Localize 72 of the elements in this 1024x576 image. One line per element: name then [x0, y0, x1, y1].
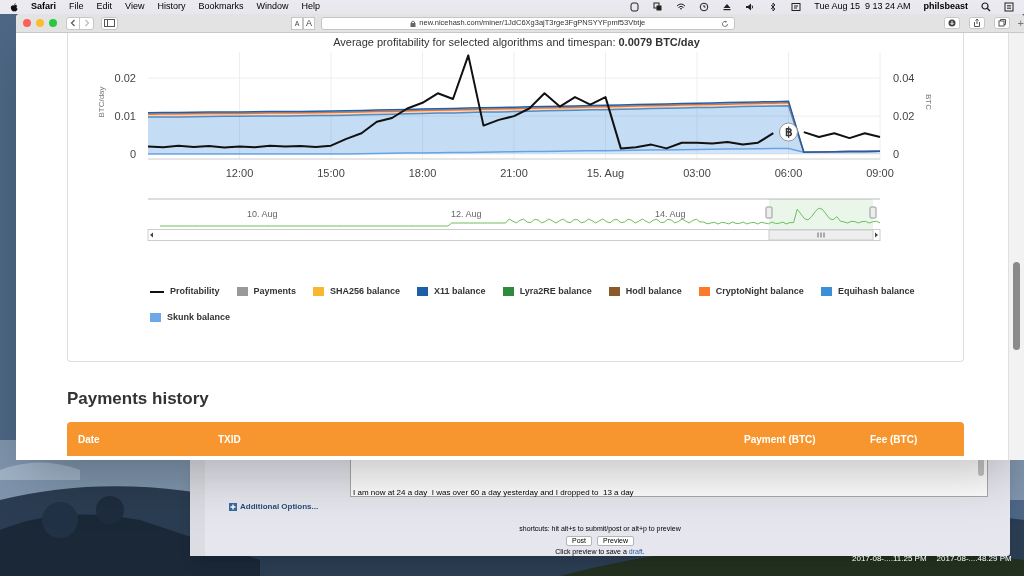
file-label[interactable]: 2017-08-....11.25 PM [852, 553, 927, 565]
axis-tick-label: 18:00 [408, 167, 437, 179]
user-name[interactable]: philsbeast [923, 0, 968, 14]
bitcoin-marker[interactable]: ฿ [779, 122, 798, 142]
legend-label[interactable]: SHA256 balance [330, 285, 401, 299]
axis-tick-label: 09:00 [866, 167, 894, 179]
sidebar-icon [104, 19, 115, 27]
axis-tick-label: 0.04 [893, 72, 915, 85]
search-icon[interactable] [981, 2, 991, 12]
screen-icon[interactable] [791, 2, 802, 12]
legend-label[interactable]: X11 balance [434, 285, 486, 299]
navigator-date-label: 14. Aug [655, 209, 686, 219]
reload-icon[interactable] [720, 19, 729, 28]
clock-icon[interactable] [699, 2, 710, 12]
legend-label[interactable]: Profitability [170, 285, 220, 299]
scrollbar-thumb[interactable] [768, 229, 874, 241]
additional-options-link[interactable]: Additional Options... [240, 501, 319, 513]
plus-icon[interactable] [229, 503, 237, 511]
menu-item[interactable]: File [69, 0, 84, 14]
legend-label[interactable]: CryptoNight balance [715, 285, 804, 299]
axis-tick-label: 0 [129, 148, 136, 161]
range-handle[interactable] [869, 206, 877, 219]
scrollbar-thumb[interactable] [1013, 262, 1020, 350]
lock-icon [410, 19, 417, 27]
menu-item[interactable]: Bookmarks [198, 0, 244, 14]
share-icon[interactable] [968, 17, 985, 29]
list-icon[interactable] [1004, 2, 1014, 12]
chart-title: Average profitability for selected algorithms and timespan: 0.0079 BTC/day [332, 35, 701, 50]
legend-label[interactable]: Lyra2RE balance [519, 285, 592, 299]
wifi-icon[interactable] [676, 2, 687, 12]
axis-title: BTC/day [97, 86, 106, 118]
menu-clock[interactable]: Tue Aug 15 9 13 24 AM [814, 0, 911, 14]
axis-tick-label: 0.01 [114, 110, 136, 123]
axis-tick-label: 0 [893, 148, 900, 161]
scroll-left-icon[interactable] [150, 232, 153, 238]
legend-label[interactable]: Equihash balance [837, 285, 915, 299]
eject-icon[interactable] [722, 2, 733, 12]
windows-icon[interactable] [653, 2, 664, 12]
menu-item[interactable]: View [125, 0, 145, 14]
volume-icon[interactable] [745, 2, 756, 12]
navigator-date-label: 10. Aug [247, 209, 278, 219]
grip-icon [817, 232, 825, 238]
axis-tick-label: 0.02 [893, 110, 915, 123]
sidebar-button[interactable] [101, 16, 118, 30]
legend-label[interactable]: Payments [253, 285, 297, 299]
range-handle[interactable] [765, 206, 773, 219]
apple-icon[interactable] [10, 2, 18, 12]
navigator-date-label: 12. Aug [451, 209, 482, 219]
axis-tick-label: 15. Aug [586, 167, 625, 179]
section-heading: Payments history [67, 389, 210, 409]
chevron-right-icon [83, 19, 90, 27]
axis-tick-label: 15:00 [317, 167, 345, 179]
menu-item[interactable]: Help [301, 0, 320, 14]
menu-item[interactable]: History [157, 0, 186, 14]
download-icon[interactable] [943, 17, 960, 29]
axis-tick-label: 12:00 [225, 167, 254, 179]
file-label[interactable]: 2017-08-....48.29 PM [936, 553, 1012, 565]
app-menu[interactable]: Safari [31, 0, 56, 14]
message-textarea[interactable]: I am now at 24 a day I was over 60 a day yesterday and I dropped to 13 a day [350, 457, 988, 497]
menu-item[interactable]: Edit [96, 0, 113, 14]
menu-item[interactable]: Window [256, 0, 289, 14]
scrollbar[interactable] [1008, 33, 1024, 460]
axis-tick-label: 06:00 [774, 167, 803, 179]
axis-tick-label: 0.02 [114, 72, 136, 85]
legend-label[interactable]: Skunk balance [167, 310, 231, 324]
chevron-left-icon [70, 19, 76, 27]
axis-tick-label: 03:00 [683, 167, 711, 179]
tabs-icon[interactable] [993, 17, 1010, 29]
axis-title: BTC [924, 94, 933, 110]
legend-label[interactable]: Hodl balance [625, 285, 682, 299]
axis-tick-label: 21:00 [500, 167, 528, 179]
annotation: ฿ [784, 125, 793, 140]
